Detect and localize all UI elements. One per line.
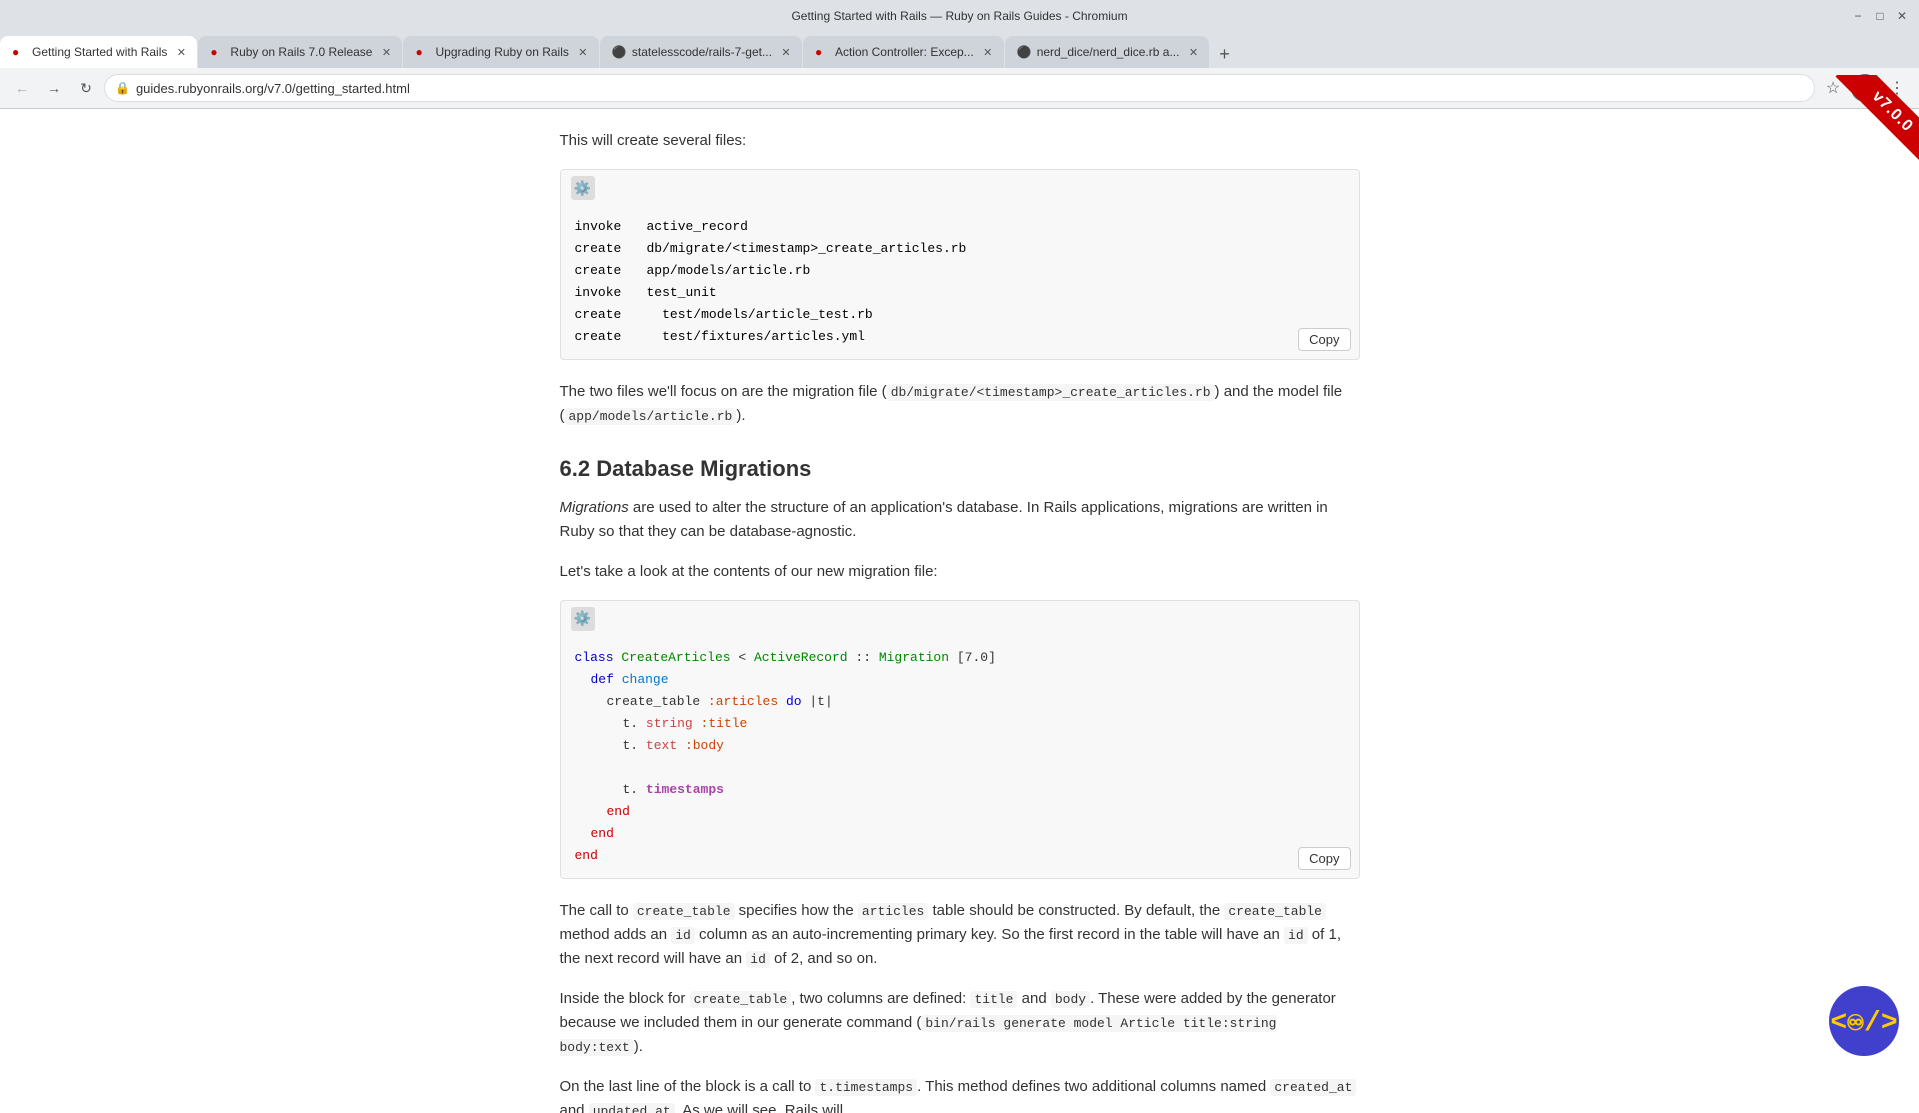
menu-button[interactable]: ⋮ — [1883, 74, 1911, 102]
migrations-italic: Migrations — [560, 499, 629, 516]
code-block-1-header: ⚙️ — [561, 170, 1359, 206]
ruby-line-3: create_table :articles do |t| — [575, 691, 1345, 713]
code-block-2-header: ⚙️ — [561, 601, 1359, 637]
tab-close-1[interactable]: ✕ — [173, 44, 189, 60]
tabs-bar: ● Getting Started with Rails ✕ ● Ruby on… — [0, 32, 1919, 68]
code-line-5: create test/models/article_test.rb — [575, 304, 1345, 326]
tab-label-5: Action Controller: Excep... — [835, 45, 974, 59]
bookmark-button[interactable]: ☆ — [1819, 74, 1847, 102]
tab-nerd-dice[interactable]: ⚫ nerd_dice/nerd_dice.rb a... ✕ — [1005, 36, 1210, 68]
model-file-code: app/models/article.rb — [565, 408, 737, 425]
reload-button[interactable]: ↻ — [72, 74, 100, 102]
tab-close-4[interactable]: ✕ — [778, 44, 794, 60]
id-code-2: id — [1284, 927, 1308, 944]
tab-label-1: Getting Started with Rails — [32, 45, 167, 59]
gear-icon: ⚙️ — [571, 176, 595, 200]
ruby-line-8: end — [575, 823, 1345, 845]
body-code: body — [1051, 991, 1090, 1008]
para-1: The two files we'll focus on are the mig… — [560, 380, 1360, 428]
tab-favicon-2: ● — [210, 45, 224, 59]
tab-label-3: Upgrading Ruby on Rails — [435, 45, 568, 59]
minimize-button[interactable]: − — [1851, 9, 1865, 23]
para-3: The call to create_table specifies how t… — [560, 899, 1360, 971]
ruby-line-blank — [575, 757, 1345, 779]
timestamps-code: t.timestamps — [815, 1079, 917, 1096]
generate-cmd-code: bin/rails generate model Article title:s… — [560, 1015, 1277, 1056]
tab-close-2[interactable]: ✕ — [378, 44, 394, 60]
window-title: Getting Started with Rails — Ruby on Rai… — [791, 9, 1127, 23]
tab-favicon-3: ● — [415, 45, 429, 59]
lock-icon: 🔒 — [115, 81, 130, 95]
tab-favicon-1: ● — [12, 45, 26, 59]
para-2-text: Let's take a look at the contents of our… — [560, 563, 938, 580]
id-code-1: id — [671, 927, 695, 944]
code-block-1: ⚙️ invoke active_record create db/migrat… — [560, 169, 1360, 360]
migration-file-code: db/migrate/<timestamp>_create_articles.r… — [887, 384, 1215, 401]
tab-favicon-5: ● — [815, 45, 829, 59]
intro-text: This will create several files: — [560, 132, 747, 149]
tab-rails-release[interactable]: ● Ruby on Rails 7.0 Release ✕ — [198, 36, 402, 68]
code-block-2-body: class CreateArticles < ActiveRecord :: M… — [561, 637, 1359, 878]
close-button[interactable]: ✕ — [1895, 9, 1909, 23]
ruby-line-4: t. string :title — [575, 713, 1345, 735]
section-heading-6-2: 6.2 Database Migrations — [560, 456, 1360, 482]
ruby-line-6: t. timestamps — [575, 779, 1345, 801]
code-block-2: ⚙️ class CreateArticles < ActiveRecord :… — [560, 600, 1360, 879]
code-line-4: invoke test_unit — [575, 282, 1345, 304]
create-table-code-2: create_table — [1224, 903, 1326, 920]
copy-button-1[interactable]: Copy — [1298, 328, 1350, 351]
create-table-code-3: create_table — [690, 991, 792, 1008]
address-bar-right: ☆ 👤 ⋮ — [1819, 74, 1911, 102]
code-line-2: create db/migrate/<timestamp>_create_art… — [575, 238, 1345, 260]
migrations-intro-para: Migrations are used to alter the structu… — [560, 496, 1360, 544]
profile-button[interactable]: 👤 — [1851, 74, 1879, 102]
create-table-code-1: create_table — [633, 903, 735, 920]
tab-label-4: statelesscode/rails-7-get... — [632, 45, 772, 59]
tab-close-5[interactable]: ✕ — [980, 44, 996, 60]
tab-favicon-4: ⚫ — [612, 45, 626, 59]
ruby-line-9: end — [575, 845, 1345, 867]
ruby-line-1: class CreateArticles < ActiveRecord :: M… — [575, 647, 1345, 669]
code-block-1-body: invoke active_record create db/migrate/<… — [561, 206, 1359, 359]
url-text: guides.rubyonrails.org/v7.0/getting_star… — [136, 81, 1804, 96]
tab-action-controller[interactable]: ● Action Controller: Excep... ✕ — [803, 36, 1004, 68]
tab-upgrading[interactable]: ● Upgrading Ruby on Rails ✕ — [403, 36, 598, 68]
code-line-1: invoke active_record — [575, 216, 1345, 238]
url-bar[interactable]: 🔒 guides.rubyonrails.org/v7.0/getting_st… — [104, 74, 1815, 102]
new-tab-button[interactable]: + — [1210, 40, 1238, 68]
tab-label-2: Ruby on Rails 7.0 Release — [230, 45, 372, 59]
tab-close-3[interactable]: ✕ — [575, 44, 591, 60]
updated-at-code: updated_at — [589, 1103, 675, 1113]
para-5: On the last line of the block is a call … — [560, 1075, 1360, 1113]
para-2: Let's take a look at the contents of our… — [560, 560, 1360, 584]
tab-favicon-6: ⚫ — [1017, 45, 1031, 59]
ruby-line-2: def change — [575, 669, 1345, 691]
gear-icon-2: ⚙️ — [571, 607, 595, 631]
maximize-button[interactable]: □ — [1873, 9, 1887, 23]
forward-button[interactable]: → — [40, 74, 68, 102]
anarchist-logo: <♾/> — [1829, 986, 1899, 1056]
page-content: This will create several files: ⚙️ invok… — [530, 109, 1390, 1113]
ruby-line-7: end — [575, 801, 1345, 823]
back-button[interactable]: ← — [8, 74, 36, 102]
articles-code-1: articles — [858, 903, 928, 920]
para-4: Inside the block for create_table, two c… — [560, 987, 1360, 1059]
page-scroll-area[interactable]: This will create several files: ⚙️ invok… — [0, 109, 1919, 1113]
code-line-3: create app/models/article.rb — [575, 260, 1345, 282]
ruby-line-5: t. text :body — [575, 735, 1345, 757]
window-controls[interactable]: − □ ✕ — [1851, 9, 1909, 23]
address-bar: ← → ↻ 🔒 guides.rubyonrails.org/v7.0/gett… — [0, 68, 1919, 108]
copy-button-2[interactable]: Copy — [1298, 847, 1350, 870]
id-code-3: id — [746, 951, 770, 968]
tab-getting-started[interactable]: ● Getting Started with Rails ✕ — [0, 36, 197, 68]
code-line-6: create test/fixtures/articles.yml — [575, 326, 1345, 348]
tab-label-6: nerd_dice/nerd_dice.rb a... — [1037, 45, 1180, 59]
title-bar: Getting Started with Rails — Ruby on Rai… — [0, 0, 1919, 32]
tab-statelesscode[interactable]: ⚫ statelesscode/rails-7-get... ✕ — [600, 36, 802, 68]
tab-close-6[interactable]: ✕ — [1185, 44, 1201, 60]
created-at-code: created_at — [1270, 1079, 1356, 1096]
anarchist-logo-icon: <♾/> — [1830, 1004, 1897, 1039]
intro-para: This will create several files: — [560, 129, 1360, 153]
title-code: title — [970, 991, 1017, 1008]
